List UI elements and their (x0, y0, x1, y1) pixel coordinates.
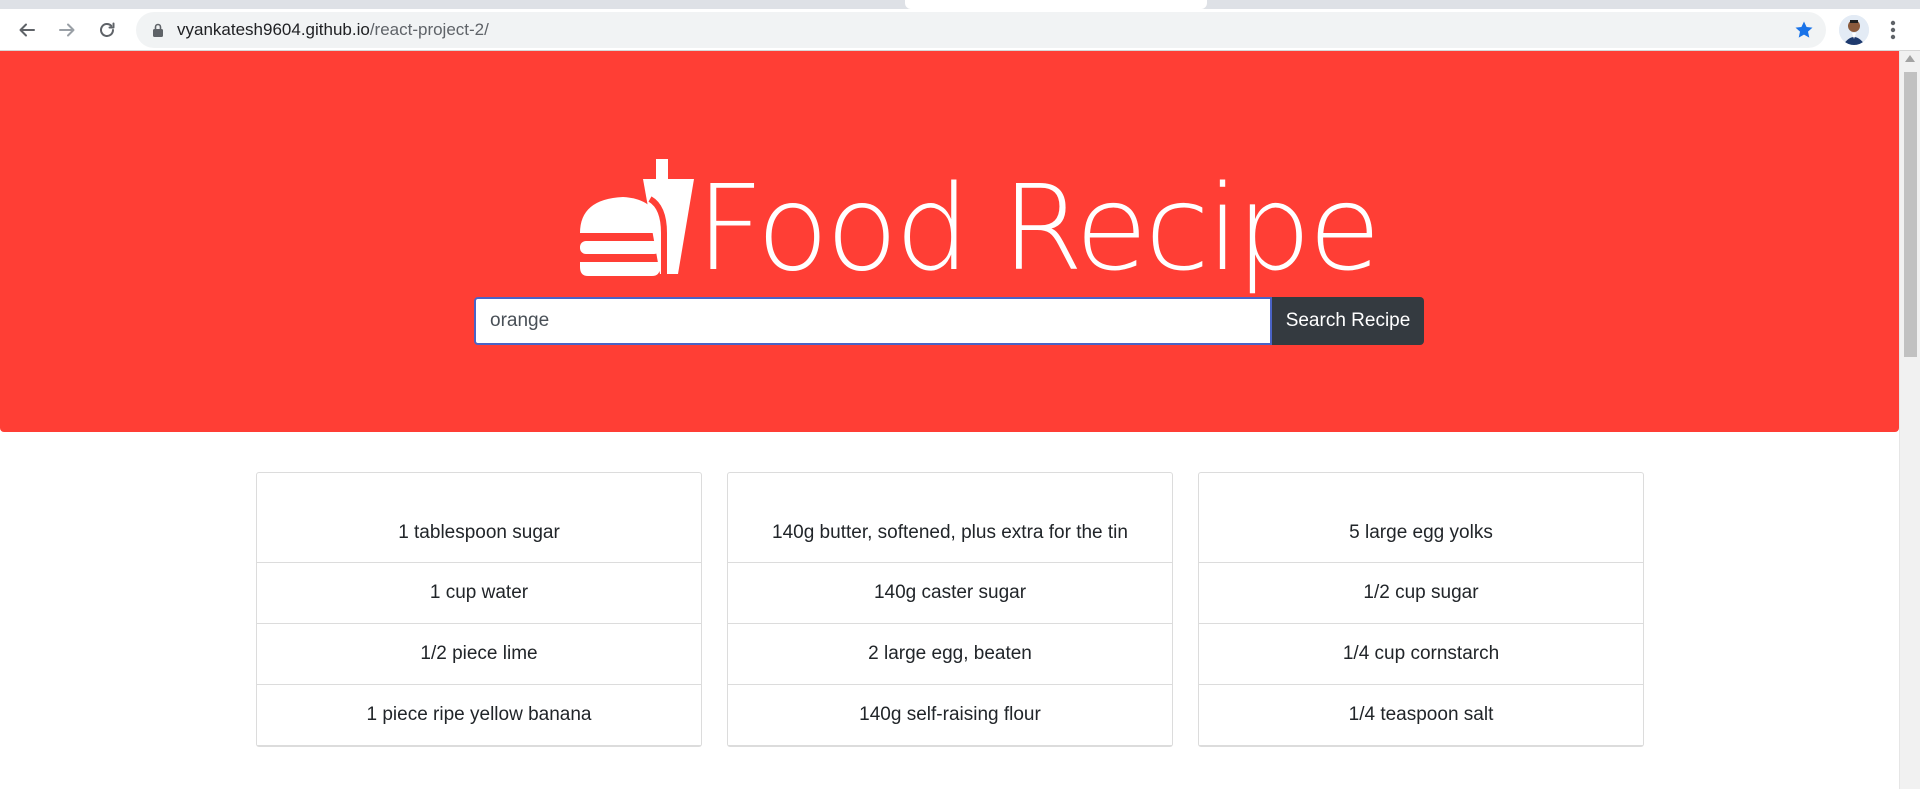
ingredient-item: 2 large egg, beaten (728, 624, 1172, 685)
scrollbar-thumb[interactable] (1904, 72, 1917, 357)
page-title: Food Recipe (696, 159, 1381, 297)
page-viewport: Food Recipe Search Recipe 1 tablespoon s… (0, 51, 1920, 789)
ingredient-item: 5 large egg yolks (1199, 473, 1643, 563)
url-host: vyankatesh9604.github.io (177, 20, 370, 39)
burger-drink-icon (580, 159, 694, 276)
reload-button[interactable] (92, 15, 122, 45)
search-form: Search Recipe (474, 297, 1424, 345)
logo: Food Recipe (578, 143, 1381, 297)
scroll-up-arrow-icon[interactable] (1905, 55, 1915, 62)
recipe-card: 5 large egg yolks 1/2 cup sugar 1/4 cup … (1198, 472, 1644, 747)
recipe-card: 1 tablespoon sugar 1 cup water 1/2 piece… (256, 472, 702, 747)
active-tab[interactable] (905, 0, 1207, 9)
profile-avatar[interactable] (1839, 15, 1869, 45)
forward-icon (59, 23, 75, 37)
ingredient-item: 1 tablespoon sugar (257, 473, 701, 563)
ingredient-item: 140g butter, softened, plus extra for th… (728, 473, 1172, 563)
back-icon (19, 23, 35, 37)
menu-icon[interactable] (1883, 17, 1903, 43)
ingredient-item: 1/4 teaspoon salt (1199, 685, 1643, 746)
lock-icon (153, 23, 163, 37)
browser-toolbar: vyankatesh9604.github.io/react-project-2… (0, 9, 1920, 51)
recipe-card: 140g butter, softened, plus extra for th… (727, 472, 1173, 747)
star-icon[interactable] (1794, 20, 1814, 40)
recipe-cards: 1 tablespoon sugar 1 cup water 1/2 piece… (256, 472, 1644, 747)
ingredient-item: 1 cup water (257, 563, 701, 624)
page-scrollbar[interactable] (1899, 51, 1920, 789)
back-button[interactable] (12, 15, 42, 45)
profile-icon (1839, 15, 1869, 45)
ingredient-item: 1/2 piece lime (257, 624, 701, 685)
ingredient-item: 1/2 cup sugar (1199, 563, 1643, 624)
search-input[interactable] (474, 297, 1272, 345)
tab-strip (0, 0, 1920, 9)
forward-button[interactable] (52, 15, 82, 45)
ingredient-item: 140g caster sugar (728, 563, 1172, 624)
address-bar[interactable]: vyankatesh9604.github.io/react-project-2… (136, 12, 1826, 48)
url-text: vyankatesh9604.github.io/react-project-2… (177, 20, 489, 40)
url-path: /react-project-2/ (369, 20, 489, 39)
reload-icon (100, 22, 115, 37)
ingredient-item: 1/4 cup cornstarch (1199, 624, 1643, 685)
search-button[interactable]: Search Recipe (1272, 297, 1424, 345)
ingredient-item: 1 piece ripe yellow banana (257, 685, 701, 746)
ingredient-item: 140g self-raising flour (728, 685, 1172, 746)
hero-banner: Food Recipe Search Recipe (0, 51, 1899, 432)
